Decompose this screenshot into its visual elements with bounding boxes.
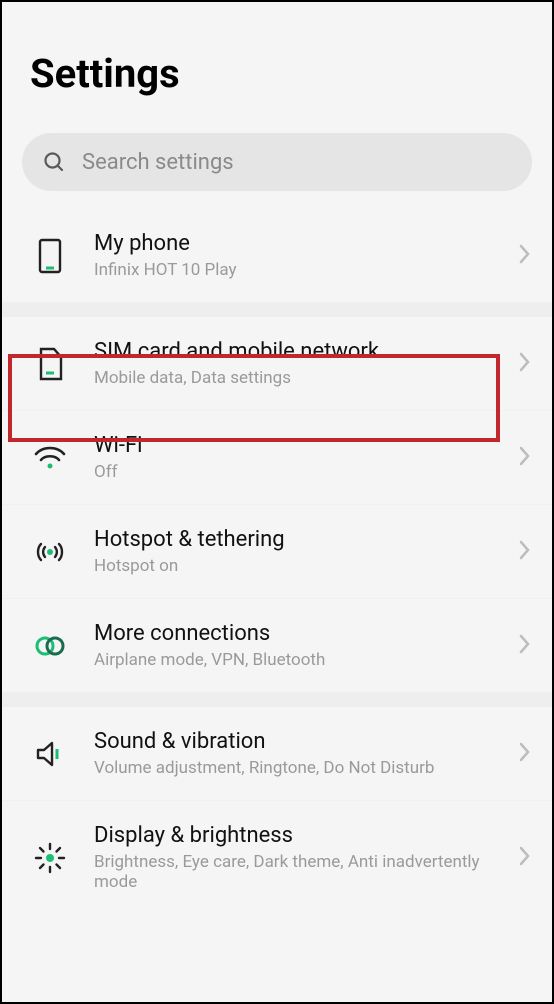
item-title: Hotspot & tethering — [94, 527, 494, 552]
item-text: Hotspot & tethering Hotspot on — [94, 527, 494, 576]
speaker-icon — [30, 734, 70, 774]
item-title: My phone — [94, 231, 494, 256]
hotspot-icon — [30, 532, 70, 572]
item-title: SIM card and mobile network — [94, 339, 494, 364]
group-separator — [2, 303, 552, 317]
item-sub: Hotspot on — [94, 556, 494, 576]
brightness-icon — [30, 838, 70, 878]
item-hotspot[interactable]: Hotspot & tethering Hotspot on — [2, 505, 552, 599]
item-sim-network[interactable]: SIM card and mobile network Mobile data,… — [2, 317, 552, 411]
sim-icon — [30, 344, 70, 384]
item-text: More connections Airplane mode, VPN, Blu… — [94, 621, 494, 670]
item-text: My phone Infinix HOT 10 Play — [94, 231, 494, 280]
item-title: Wi-Fi — [94, 433, 494, 458]
item-title: Sound & vibration — [94, 729, 494, 754]
settings-list: My phone Infinix HOT 10 Play SIM card an… — [2, 209, 552, 914]
chevron-right-icon — [518, 539, 532, 565]
chevron-right-icon — [518, 445, 532, 471]
item-sub: Off — [94, 462, 494, 482]
group-separator — [2, 693, 552, 707]
item-sound[interactable]: Sound & vibration Volume adjustment, Rin… — [2, 707, 552, 801]
item-sub: Mobile data, Data settings — [94, 368, 494, 388]
item-display[interactable]: Display & brightness Brightness, Eye car… — [2, 801, 552, 914]
page-title: Settings — [2, 2, 552, 121]
item-text: Wi-Fi Off — [94, 433, 494, 482]
chevron-right-icon — [518, 845, 532, 871]
chevron-right-icon — [518, 243, 532, 269]
item-text: SIM card and mobile network Mobile data,… — [94, 339, 494, 388]
search-icon — [42, 150, 66, 174]
phone-icon — [30, 236, 70, 276]
item-wifi[interactable]: Wi-Fi Off — [2, 411, 552, 505]
item-text: Sound & vibration Volume adjustment, Rin… — [94, 729, 494, 778]
item-more-connections[interactable]: More connections Airplane mode, VPN, Blu… — [2, 599, 552, 693]
item-title: More connections — [94, 621, 494, 646]
chevron-right-icon — [518, 741, 532, 767]
chevron-right-icon — [518, 633, 532, 659]
item-title: Display & brightness — [94, 823, 494, 848]
item-my-phone[interactable]: My phone Infinix HOT 10 Play — [2, 209, 552, 303]
search-bar[interactable]: Search settings — [22, 133, 532, 191]
item-sub: Brightness, Eye care, Dark theme, Anti i… — [94, 852, 494, 892]
wifi-icon — [30, 438, 70, 478]
link-icon — [30, 626, 70, 666]
item-sub: Infinix HOT 10 Play — [94, 260, 494, 280]
item-text: Display & brightness Brightness, Eye car… — [94, 823, 494, 892]
item-sub: Volume adjustment, Ringtone, Do Not Dist… — [94, 758, 494, 778]
search-placeholder: Search settings — [82, 150, 234, 175]
chevron-right-icon — [518, 351, 532, 377]
item-sub: Airplane mode, VPN, Bluetooth — [94, 650, 494, 670]
